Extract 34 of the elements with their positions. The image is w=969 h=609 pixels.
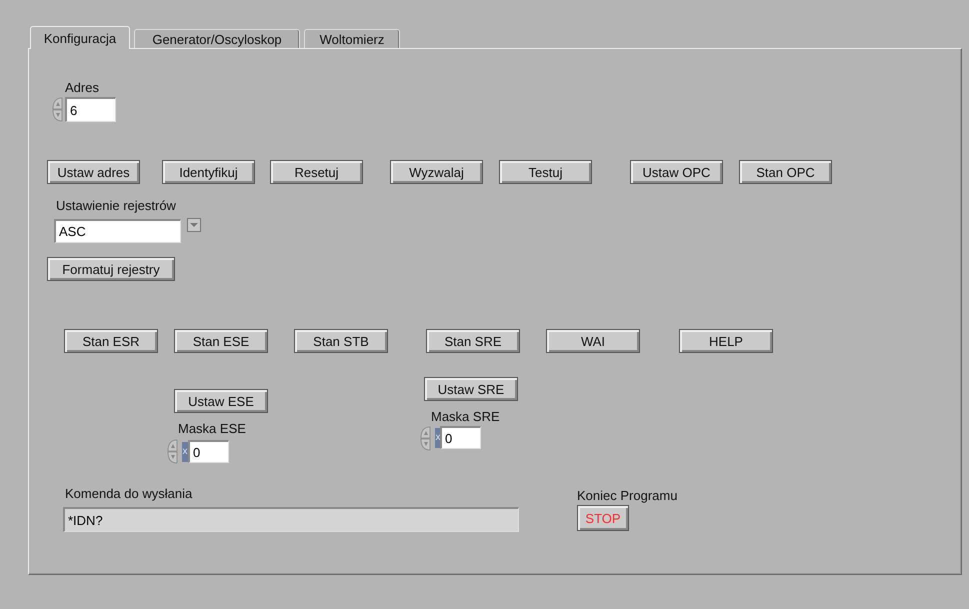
panel-button[interactable]: Ustaw SRE (424, 377, 518, 401)
radix-indicator: x (182, 442, 188, 462)
command-field[interactable]: *IDN? (63, 507, 519, 532)
panel-button[interactable]: Ustaw ESE (174, 389, 268, 413)
panel-button[interactable]: Ustaw adres (47, 160, 140, 184)
tab[interactable]: Woltomierz (304, 29, 400, 48)
panel-button[interactable]: HELP (679, 329, 773, 353)
panel-button[interactable]: Resetuj (270, 160, 363, 184)
panel-button[interactable]: WAI (546, 329, 640, 353)
numeric-field[interactable]: 6 (65, 97, 116, 122)
control-label: Komenda do wysłania (65, 487, 192, 500)
panel-button[interactable]: Ustaw OPC (630, 160, 723, 184)
panel-button[interactable]: Stan STB (294, 329, 388, 353)
spinner-arrows-icon[interactable] (420, 426, 431, 451)
numeric-field[interactable]: 0 (440, 426, 481, 449)
tab[interactable]: Generator/Oscyloskop (134, 29, 300, 48)
panel-button[interactable]: Stan ESE (174, 329, 268, 353)
dropdown-field[interactable]: ASC (54, 219, 181, 243)
spinner-arrows-icon[interactable] (52, 97, 63, 122)
panel-button[interactable]: Stan ESR (64, 329, 158, 353)
control-label: Ustawienie rejestrów (56, 199, 176, 212)
panel-button[interactable]: Identyfikuj (162, 160, 255, 184)
numeric-field[interactable]: 0 (188, 440, 229, 463)
panel-button[interactable]: Testuj (499, 160, 592, 184)
panel-button[interactable]: Wyzwalaj (390, 160, 483, 184)
control-label: Maska SRE (431, 410, 500, 423)
control-label: Koniec Programu (577, 489, 678, 502)
control-label: Maska ESE (178, 422, 246, 435)
tab[interactable]: Konfiguracja (30, 26, 130, 49)
panel-button[interactable]: Stan SRE (426, 329, 520, 353)
panel-button[interactable]: Formatuj rejestry (47, 257, 175, 281)
control-label: Adres (65, 81, 99, 94)
spinner-arrows-icon[interactable] (167, 439, 178, 464)
panel-button[interactable]: Stan OPC (739, 160, 832, 184)
